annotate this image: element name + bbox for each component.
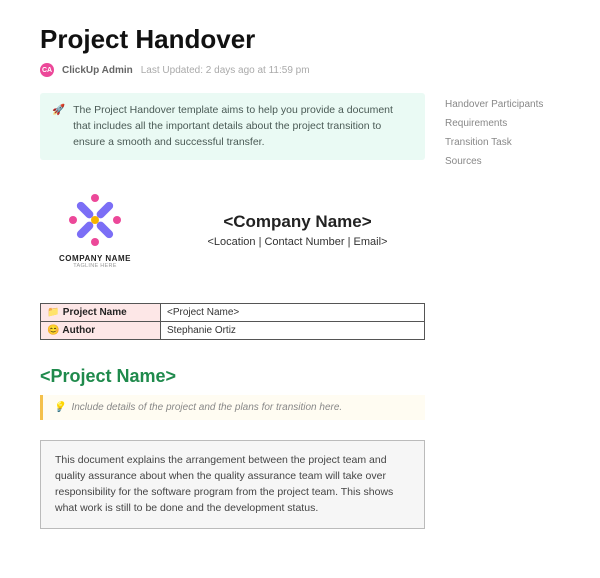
page-title: Project Handover	[40, 24, 560, 55]
company-name-heading: <Company Name>	[170, 212, 425, 232]
toc-item-handover-participants[interactable]: Handover Participants	[445, 95, 560, 114]
description-box[interactable]: This document explains the arrangement b…	[40, 440, 425, 529]
bulb-icon: 💡	[53, 402, 65, 413]
callout-text: The Project Handover template aims to he…	[73, 103, 413, 150]
logo-mark-icon	[65, 190, 125, 250]
intro-callout: 🚀 The Project Handover template aims to …	[40, 93, 425, 160]
hint-text: Include details of the project and the p…	[71, 402, 342, 413]
table-row: 😊 Author Stephanie Ortiz	[41, 322, 425, 340]
project-info-table: 📁 Project Name <Project Name> 😊 Author S…	[40, 303, 425, 340]
face-icon: 😊	[47, 325, 60, 336]
meta-row: CA ClickUp Admin Last Updated: 2 days ag…	[40, 63, 560, 77]
toc-item-transition-task[interactable]: Transition Task	[445, 133, 560, 152]
company-logo: COMPANY NAME TAGLINE HERE	[40, 190, 150, 269]
rocket-icon: 🚀	[52, 103, 65, 150]
author-name: ClickUp Admin	[62, 65, 133, 76]
row-value[interactable]: Stephanie Ortiz	[161, 322, 425, 340]
table-of-contents: Handover Participants Requirements Trans…	[445, 93, 560, 529]
row-value[interactable]: <Project Name>	[161, 304, 425, 322]
section-heading: <Project Name>	[40, 366, 425, 387]
logo-name: COMPANY NAME	[40, 254, 150, 263]
table-row: 📁 Project Name <Project Name>	[41, 304, 425, 322]
company-block: COMPANY NAME TAGLINE HERE <Company Name>…	[40, 190, 425, 269]
folder-icon: 📁	[47, 307, 60, 318]
company-subheading: <Location | Contact Number | Email>	[170, 236, 425, 248]
toc-item-sources[interactable]: Sources	[445, 152, 560, 171]
last-updated: Last Updated: 2 days ago at 11:59 pm	[141, 65, 310, 76]
row-label: Author	[62, 325, 95, 336]
toc-item-requirements[interactable]: Requirements	[445, 114, 560, 133]
hint-callout: 💡 Include details of the project and the…	[40, 395, 425, 420]
author-avatar: CA	[40, 63, 54, 77]
logo-tagline: TAGLINE HERE	[40, 263, 150, 269]
row-label: Project Name	[63, 307, 127, 318]
